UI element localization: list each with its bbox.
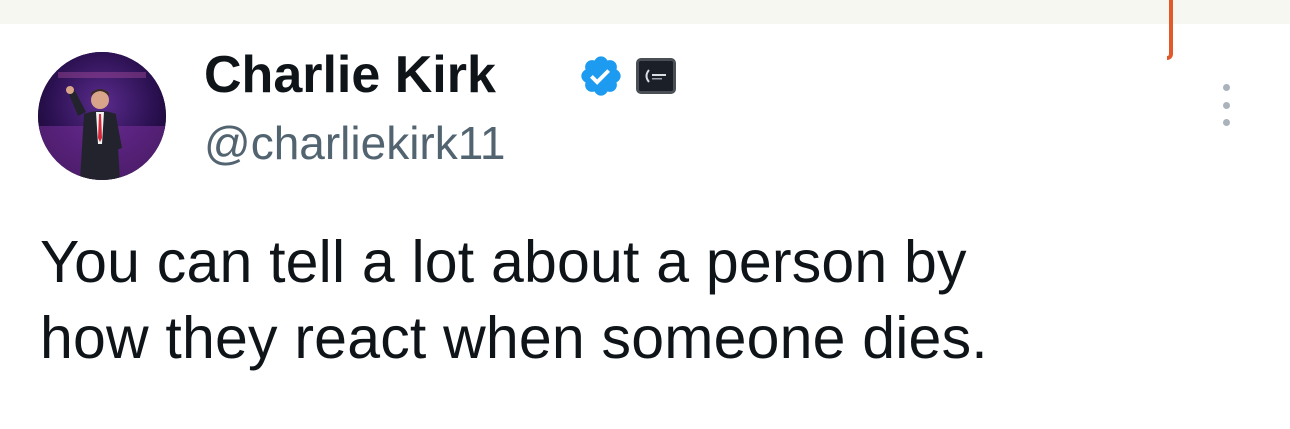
- author-avatar[interactable]: [38, 52, 166, 180]
- more-dot: [1222, 84, 1230, 91]
- author-name[interactable]: Charlie Kirk: [204, 44, 496, 106]
- affiliation-logo-icon: [639, 61, 673, 91]
- more-dot: [1222, 101, 1230, 109]
- more-vertical-icon[interactable]: [1208, 80, 1244, 130]
- tweet-screenshot: Charlie Kirk @charliekirk11 You can tell…: [0, 0, 1290, 429]
- top-strip: [0, 0, 1290, 24]
- tweet-text-line: You can tell a lot about a person by: [40, 229, 967, 295]
- avatar-photo: [38, 52, 166, 180]
- tweet-text: You can tell a lot about a person by how…: [40, 224, 1240, 376]
- verified-badge-icon: [581, 56, 621, 96]
- author-handle[interactable]: @charliekirk11: [204, 115, 506, 171]
- more-dot: [1222, 119, 1230, 126]
- affiliation-badge-icon[interactable]: [636, 58, 676, 94]
- red-marker-annotation: [1167, 0, 1173, 60]
- tweet-text-line: how they react when someone dies.: [40, 305, 988, 371]
